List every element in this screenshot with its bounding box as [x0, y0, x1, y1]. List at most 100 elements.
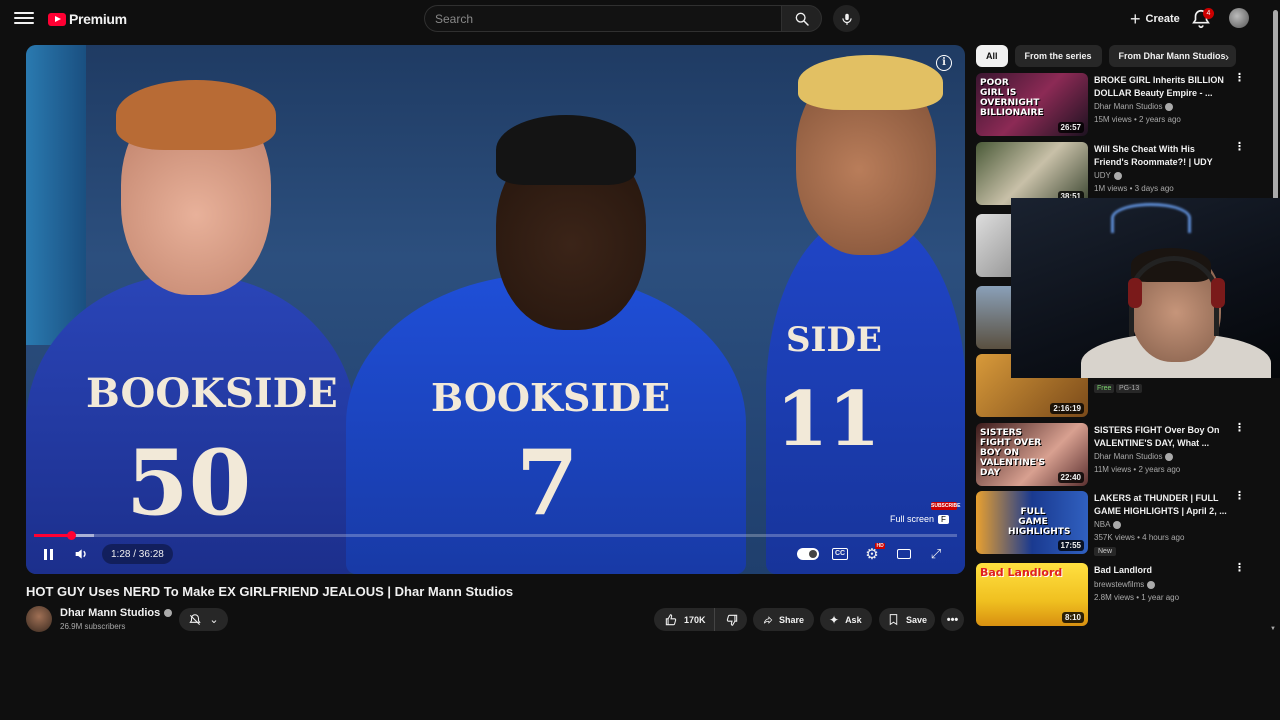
ask-button[interactable]: ✦ Ask	[820, 608, 872, 631]
chevron-down-icon: ⌄	[209, 614, 219, 626]
miniplayer-icon	[897, 549, 911, 559]
like-dislike-group: 170K	[654, 608, 747, 631]
progress-bar[interactable]	[34, 534, 957, 537]
chip-from-channel[interactable]: From Dhar Mann Studios	[1108, 45, 1236, 67]
chip-from-series[interactable]: From the series	[1014, 45, 1102, 67]
pause-button[interactable]	[38, 544, 58, 564]
recommendation-title[interactable]: SISTERS FIGHT Over Boy On VALENTINE'S DA…	[1094, 424, 1227, 450]
webcam-led-light	[1111, 203, 1191, 233]
volume-button[interactable]	[71, 544, 91, 564]
save-button[interactable]: Save	[879, 608, 935, 631]
menu-icon[interactable]	[14, 9, 34, 29]
search-icon	[795, 12, 809, 26]
recommendation-item[interactable]: POOR GIRL IS OVERNIGHT BILLIONAIRE 26:57…	[976, 73, 1266, 137]
share-button[interactable]: Share	[753, 608, 814, 631]
subscriber-count: 26.9M subscribers	[60, 622, 126, 631]
video-title: HOT GUY Uses NERD To Make EX GIRLFRIEND …	[26, 584, 514, 599]
video-thumbnail[interactable]: Bad Landlord 8:10	[976, 563, 1088, 626]
channel-avatar[interactable]	[26, 606, 52, 632]
player-right-controls: CC ⚙ HD ⤢	[796, 542, 948, 566]
more-vertical-icon[interactable]: ⋮	[1234, 563, 1245, 574]
scene-wall	[26, 45, 86, 345]
recommendation-meta: 357K views • 4 hours ago	[1094, 533, 1185, 542]
subscribe-watermark[interactable]: SUBSCRIBE	[931, 502, 960, 510]
like-button[interactable]: 170K	[654, 608, 715, 631]
youtube-premium-logo[interactable]: Premium	[48, 10, 127, 28]
hd-badge: HD	[875, 543, 885, 549]
chevron-right-icon[interactable]: ›	[1218, 48, 1236, 66]
thumbnail-text: POOR GIRL IS OVERNIGHT BILLIONAIRE	[980, 78, 1044, 118]
verified-icon	[1113, 171, 1122, 180]
channel-name[interactable]: Dhar Mann Studios	[60, 607, 160, 619]
thumbs-down-icon	[726, 614, 737, 626]
video-player[interactable]: BOOKSIDE 50 BOOKSIDE 7 SIDE 11 i SUBSCRI…	[26, 45, 965, 574]
chip-all[interactable]: All	[976, 45, 1008, 67]
ask-label: Ask	[845, 614, 862, 625]
fullscreen-button[interactable]: ⤢	[924, 542, 948, 566]
recommendation-channel[interactable]: Dhar Mann Studios	[1094, 102, 1162, 111]
video-thumbnail[interactable]: 38:51	[976, 142, 1088, 205]
recommendation-channel[interactable]: brewstewfilms	[1094, 580, 1144, 589]
more-vertical-icon[interactable]: ⋮	[1234, 491, 1245, 502]
search-input[interactable]	[425, 6, 782, 31]
more-vertical-icon[interactable]: ⋮	[1234, 73, 1245, 84]
scroll-down-arrow-icon[interactable]: ▼	[1270, 626, 1276, 632]
recommendation-title[interactable]: LAKERS at THUNDER | FULL GAME HIGHLIGHTS…	[1094, 492, 1227, 518]
sidebar-scrollbar-thumb[interactable]	[1273, 10, 1278, 200]
verified-icon	[1113, 520, 1122, 529]
scene-hair-left	[116, 80, 276, 150]
gear-icon: ⚙ HD	[865, 543, 885, 563]
recommendation-item[interactable]: FULL GAME HIGHLIGHTS 17:55 LAKERS at THU…	[976, 491, 1266, 556]
recommendation-item[interactable]: 38:51 Will She Cheat With His Friend's R…	[976, 142, 1266, 206]
recommendation-channel[interactable]: NBA	[1094, 520, 1110, 529]
dislike-button[interactable]	[715, 608, 749, 631]
video-thumbnail[interactable]: SISTERS FIGHT OVER BOY ON VALENTINE'S DA…	[976, 423, 1088, 486]
settings-button[interactable]: ⚙ HD	[860, 542, 885, 566]
recommendation-channel-row: Dhar Mann Studios	[1094, 452, 1174, 461]
video-thumbnail[interactable]: FULL GAME HIGHLIGHTS 17:55	[976, 491, 1088, 554]
autoplay-toggle[interactable]	[796, 542, 820, 566]
recommendation-channel[interactable]: UDY	[1094, 171, 1111, 180]
thumbnail-text: SISTERS FIGHT OVER BOY ON VALENTINE'S DA…	[980, 428, 1046, 478]
verified-icon	[1147, 580, 1156, 589]
recommendation-meta: 1M views • 3 days ago	[1094, 184, 1174, 193]
subscription-bell-button[interactable]: ⌄	[179, 608, 228, 631]
new-badge: New	[1094, 547, 1117, 556]
more-vertical-icon[interactable]: ⋮	[1234, 142, 1245, 153]
info-icon[interactable]: i	[936, 55, 952, 71]
recommendation-title[interactable]: BROKE GIRL Inherits BILLION DOLLAR Beaut…	[1094, 74, 1227, 100]
more-vertical-icon[interactable]: ⋮	[1234, 423, 1245, 434]
search-button[interactable]	[781, 5, 822, 32]
headset-earcup-left	[1128, 278, 1142, 308]
recommendation-channel-row: NBA	[1094, 520, 1122, 529]
youtube-play-icon	[48, 12, 66, 26]
volume-icon	[75, 549, 86, 559]
duration-badge: 2:16:19	[1050, 403, 1084, 414]
toggle-icon	[797, 548, 819, 560]
recommendation-meta: 15M views • 2 years ago	[1094, 115, 1181, 124]
progress-scrubber[interactable]	[67, 531, 76, 540]
share-label: Share	[778, 614, 804, 625]
more-actions-button[interactable]: •••	[941, 608, 964, 631]
account-avatar[interactable]	[1229, 8, 1249, 28]
voice-search-button[interactable]	[833, 5, 860, 32]
recommendation-title[interactable]: Will She Cheat With His Friend's Roommat…	[1094, 143, 1227, 169]
recommendation-item[interactable]: SISTERS FIGHT OVER BOY ON VALENTINE'S DA…	[976, 423, 1266, 487]
miniplayer-button[interactable]	[892, 542, 916, 566]
recommendation-meta: 11M views • 2 years ago	[1094, 465, 1181, 474]
fullscreen-icon: ⤢	[930, 546, 942, 561]
recommendation-title[interactable]: Bad Landlord	[1094, 564, 1227, 577]
duration-badge: 22:40	[1057, 472, 1084, 483]
create-button[interactable]: + Create	[1120, 5, 1190, 32]
channel-name-row[interactable]: Dhar Mann Studios	[60, 607, 173, 619]
fullscreen-shortcut-key: F	[938, 514, 949, 524]
save-label: Save	[905, 614, 927, 625]
verified-icon	[1165, 452, 1174, 461]
recommendation-channel[interactable]: Dhar Mann Studios	[1094, 452, 1162, 461]
thumbnail-text: Bad Landlord	[980, 566, 1063, 579]
captions-button[interactable]: CC	[828, 542, 852, 566]
video-thumbnail[interactable]: POOR GIRL IS OVERNIGHT BILLIONAIRE 26:57	[976, 73, 1088, 136]
create-label: Create	[1145, 12, 1180, 25]
recommendation-item[interactable]: Bad Landlord 8:10 Bad Landlord brewstewf…	[976, 563, 1266, 627]
scene-cap-middle	[496, 115, 636, 185]
